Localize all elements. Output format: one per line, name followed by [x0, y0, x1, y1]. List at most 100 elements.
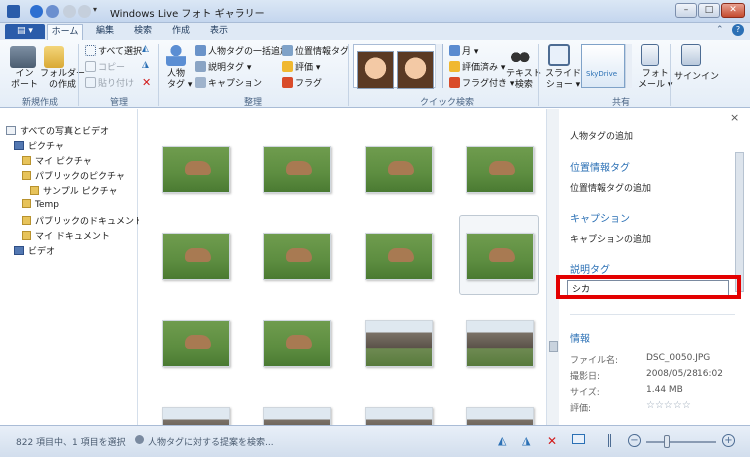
rated-button[interactable]: 評価済み ▾ [449, 60, 505, 73]
photo-thumbnail[interactable] [162, 146, 230, 193]
gallery-scrollbar[interactable] [435, 44, 442, 88]
rotate-right-icon[interactable]: ◮ [522, 434, 535, 447]
face-thumbnail[interactable] [397, 51, 434, 89]
photo-thumbnail[interactable] [162, 407, 230, 425]
app-icon [7, 5, 20, 18]
photo-thumbnail[interactable] [466, 407, 534, 425]
tab-find[interactable]: 検索 [128, 24, 158, 40]
month-button[interactable]: 月 ▾ [449, 44, 478, 57]
copy-button[interactable]: コピー [85, 60, 125, 73]
photo-thumbnail[interactable] [263, 146, 331, 193]
tab-view[interactable]: 表示 [204, 24, 234, 40]
slideshow-icon[interactable] [548, 44, 570, 66]
minimize-ribbon-icon[interactable]: ⌃ [716, 25, 724, 35]
tab-create[interactable]: 作成 [166, 24, 196, 40]
rotate-left-icon[interactable]: ◭ [142, 44, 149, 54]
slideshow-button[interactable]: スライド ショー ▾ [545, 69, 581, 91]
batch-people-tag-button[interactable]: 人物タグの一括追加 [195, 44, 289, 57]
descriptive-tag-button[interactable]: 説明タグ ▾ [195, 60, 251, 73]
skydrive-gallery[interactable]: SkyDrive [581, 44, 625, 88]
nav-item-pictures[interactable]: ピクチャ [14, 139, 64, 152]
file-menu-button[interactable]: ▤ ▾ [5, 24, 45, 39]
people-tag-button[interactable]: 人物 タグ ▾ [167, 69, 192, 91]
photo-thumbnail[interactable] [263, 320, 331, 367]
undo-icon[interactable] [63, 5, 76, 18]
delete-icon[interactable]: ✕ [142, 76, 151, 89]
rotate-right-icon[interactable]: ◮ [142, 60, 149, 70]
caption-icon [195, 77, 206, 88]
paste-button[interactable]: 貼り付け [85, 76, 134, 89]
zoom-in-icon[interactable]: + [722, 434, 735, 447]
rating-stars[interactable]: ☆☆☆☆☆ [646, 400, 691, 411]
nav-item-temp[interactable]: Temp [22, 199, 59, 210]
signin-button[interactable]: サインイン [674, 69, 719, 82]
zoom-slider-thumb[interactable] [664, 435, 670, 448]
photo-thumbnail[interactable] [162, 320, 230, 367]
back-icon[interactable] [30, 5, 43, 18]
tab-edit[interactable]: 編集 [90, 24, 120, 40]
forward-icon[interactable] [46, 5, 59, 18]
close-pane-button[interactable]: × [730, 111, 739, 124]
text-search-button[interactable]: テキスト 検索 [506, 69, 542, 91]
nav-item-videos[interactable]: ビデオ [14, 244, 55, 257]
photo-thumbnail[interactable] [263, 233, 331, 280]
photo-mail-button[interactable]: フォト メール ▾ [638, 69, 672, 91]
qat-dropdown-icon[interactable]: ▾ [93, 5, 101, 18]
nav-item-public-pictures[interactable]: パブリックのピクチャ [22, 169, 125, 182]
nav-item-public-documents[interactable]: パブリックのドキュメント [22, 214, 143, 227]
import-button[interactable]: イン ポート [11, 69, 38, 91]
photo-thumbnail-selected[interactable] [466, 233, 534, 280]
photo-thumbnail[interactable] [365, 320, 433, 367]
date-value[interactable]: 2008/05/28 [646, 369, 698, 379]
photo-thumbnail[interactable] [263, 407, 331, 425]
grid-scrollbar-thumb[interactable] [549, 341, 558, 352]
help-icon[interactable]: ? [732, 24, 744, 36]
redo-icon[interactable] [78, 5, 91, 18]
face-thumbnail[interactable] [357, 51, 394, 89]
add-geotag-link[interactable]: 位置情報タグの追加 [570, 181, 651, 194]
nav-item-my-pictures[interactable]: マイ ピクチャ [22, 154, 92, 167]
rating-button[interactable]: 評価 ▾ [282, 60, 320, 73]
caption-button[interactable]: キャプション [195, 76, 262, 89]
flag-button[interactable]: フラグ [282, 76, 322, 89]
import-icon[interactable] [10, 46, 36, 68]
signin-icon[interactable] [681, 44, 701, 66]
photo-thumbnail[interactable] [466, 146, 534, 193]
grid-scrollbar[interactable] [546, 109, 559, 425]
photo-thumbnail[interactable] [162, 233, 230, 280]
photo-thumbnail[interactable] [365, 146, 433, 193]
nav-item-sample-pictures[interactable]: サンプル ピクチャ [30, 184, 118, 197]
nav-item-my-documents[interactable]: マイ ドキュメント [22, 229, 110, 242]
rotate-left-icon[interactable]: ◭ [498, 434, 511, 447]
photo-mail-icon[interactable] [641, 44, 659, 66]
maximize-button[interactable]: □ [698, 3, 720, 18]
binoculars-icon[interactable] [510, 44, 530, 66]
star-icon [282, 61, 293, 72]
time-value[interactable]: 16:02 [697, 369, 723, 379]
zoom-slider-track[interactable] [646, 441, 716, 443]
nav-item-label: マイ ピクチャ [35, 157, 92, 167]
details-view-icon[interactable] [608, 434, 621, 447]
slideshow-icon[interactable] [572, 434, 585, 444]
delete-icon[interactable]: ✕ [547, 434, 560, 448]
select-all-button[interactable]: すべて選択 [85, 44, 142, 57]
info-pane-scrollbar[interactable] [735, 152, 744, 292]
ribbon: イン ポート フォルダー の作成 新規作成 すべて選択 コピー 貼り付け ◭ ◮… [0, 40, 750, 108]
rating-label: 評価: [570, 404, 592, 414]
people-quick-find-gallery[interactable] [353, 44, 443, 89]
minimize-button[interactable]: – [675, 3, 697, 18]
geotag-button[interactable]: 位置情報タグ [282, 44, 349, 57]
folder-create-icon[interactable] [44, 46, 64, 68]
photo-thumbnail[interactable] [365, 233, 433, 280]
add-caption-link[interactable]: キャプションの追加 [570, 232, 651, 245]
close-button[interactable]: ✕ [721, 3, 745, 18]
flagged-button[interactable]: フラグ付き ▾ [449, 76, 514, 89]
zoom-out-icon[interactable]: − [628, 434, 641, 447]
people-tag-icon[interactable] [166, 44, 186, 66]
photo-thumbnail[interactable] [365, 407, 433, 425]
photo-thumbnail[interactable] [466, 320, 534, 367]
nav-item-all-photos[interactable]: すべての写真とビデオ [6, 124, 109, 137]
tab-home[interactable]: ホーム [47, 24, 83, 40]
share-gallery-scrollbar[interactable] [625, 44, 632, 88]
add-people-tag-link[interactable]: 人物タグの追加 [570, 129, 633, 142]
